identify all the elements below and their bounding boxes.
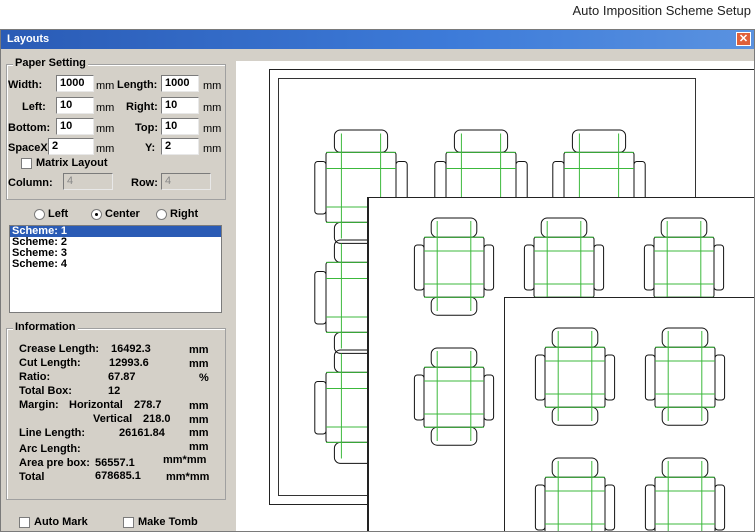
ratio-value: 67.87 [108, 371, 136, 383]
crease-length-value: 16492.3 [111, 343, 151, 355]
make-tomb-label: Make Tomb [138, 516, 198, 528]
bottom-label: Bottom: [8, 122, 51, 134]
auto-mark-checkbox[interactable] [19, 517, 30, 528]
preview-sheet-scheme-3 [504, 297, 754, 531]
align-left-radio[interactable] [34, 209, 45, 220]
margin-label: Margin: [19, 399, 59, 411]
align-center-label: Center [105, 208, 140, 220]
vertical-label: Vertical [93, 413, 133, 425]
area-per-box-unit: mm*mm [163, 454, 207, 466]
ratio-label: Ratio: [19, 371, 51, 383]
window-title: Layouts [7, 33, 50, 45]
spacex-field[interactable]: 2 [48, 138, 94, 155]
cut-length-unit: mm [189, 358, 209, 370]
total-unit: mm*mm [166, 471, 210, 483]
crease-length-label: Crease Length: [19, 343, 100, 355]
left-label: Left: [22, 101, 46, 113]
ratio-unit: % [199, 372, 209, 384]
scheme-item-4[interactable]: Scheme: 4 [10, 259, 221, 270]
cut-length-label: Cut Length: [19, 357, 81, 369]
close-button[interactable]: ✕ [736, 32, 751, 46]
matrix-layout-label: Matrix Layout [36, 157, 108, 169]
align-right-label: Right [170, 208, 199, 220]
auto-mark-label: Auto Mark [34, 516, 88, 528]
arc-length-label: Arc Length: [19, 443, 81, 455]
column-label: Column: [8, 177, 53, 189]
paper-setting-title: Paper Setting [13, 57, 88, 69]
top-field[interactable]: 10 [161, 118, 199, 135]
layout-preview[interactable] [236, 61, 754, 531]
line-length-label: Line Length: [19, 427, 85, 439]
area-per-box-value: 56557.1 [95, 457, 135, 469]
align-left-label: Left [48, 208, 69, 220]
width-label: Width: [8, 79, 43, 91]
align-right-radio[interactable] [156, 209, 167, 220]
horizontal-value: 278.7 [134, 399, 162, 411]
row-label: Row: [131, 177, 158, 189]
length-unit: mm [203, 80, 222, 92]
total-value: 678685.1 [95, 470, 141, 482]
cut-length-value: 12993.6 [109, 357, 149, 369]
total-label: Total [19, 471, 45, 483]
layouts-window: Layouts ✕ Paper Setting Width: 1000 mm L… [0, 29, 755, 532]
y-label: Y: [145, 142, 156, 154]
total-box-label: Total Box: [19, 385, 72, 397]
right-label: Right: [126, 101, 158, 113]
title-bar: Layouts ✕ [1, 30, 754, 49]
information-title: Information [13, 321, 78, 333]
y-field[interactable]: 2 [161, 138, 199, 155]
column-field[interactable]: 4 [63, 173, 113, 190]
left-unit: mm [96, 102, 115, 114]
horizontal-unit: mm [189, 400, 209, 412]
spacex-label: SpaceX: [8, 142, 52, 154]
right-field[interactable]: 10 [161, 97, 199, 114]
spacex-unit: mm [96, 143, 115, 155]
vertical-value: 218.0 [143, 413, 171, 425]
vertical-unit: mm [189, 414, 209, 426]
right-unit: mm [203, 102, 222, 114]
length-label: Length: [117, 79, 158, 91]
y-unit: mm [203, 143, 222, 155]
bottom-field[interactable]: 10 [56, 118, 94, 135]
width-unit: mm [96, 80, 115, 92]
total-box-value: 12 [108, 385, 121, 397]
top-unit: mm [203, 123, 222, 135]
line-length-value: 26161.84 [119, 427, 165, 439]
crease-length-unit: mm [189, 344, 209, 356]
scheme-list[interactable]: Scheme: 1 Scheme: 2 Scheme: 3 Scheme: 4 [9, 225, 222, 313]
bottom-unit: mm [96, 123, 115, 135]
align-center-radio[interactable] [91, 209, 102, 220]
length-field[interactable]: 1000 [161, 75, 199, 92]
page-caption: Auto Imposition Scheme Setup [572, 3, 752, 18]
width-field[interactable]: 1000 [56, 75, 94, 92]
area-per-box-label: Area pre box: [19, 457, 90, 469]
left-field[interactable]: 10 [56, 97, 94, 114]
make-tomb-checkbox[interactable] [123, 517, 134, 528]
row-field[interactable]: 4 [161, 173, 211, 190]
matrix-layout-checkbox[interactable] [21, 158, 32, 169]
sheet-3-die-lines [534, 327, 726, 531]
top-label: Top: [135, 122, 159, 134]
horizontal-label: Horizontal [69, 399, 123, 411]
line-length-unit: mm [189, 427, 209, 439]
arc-length-unit: mm [189, 441, 209, 453]
